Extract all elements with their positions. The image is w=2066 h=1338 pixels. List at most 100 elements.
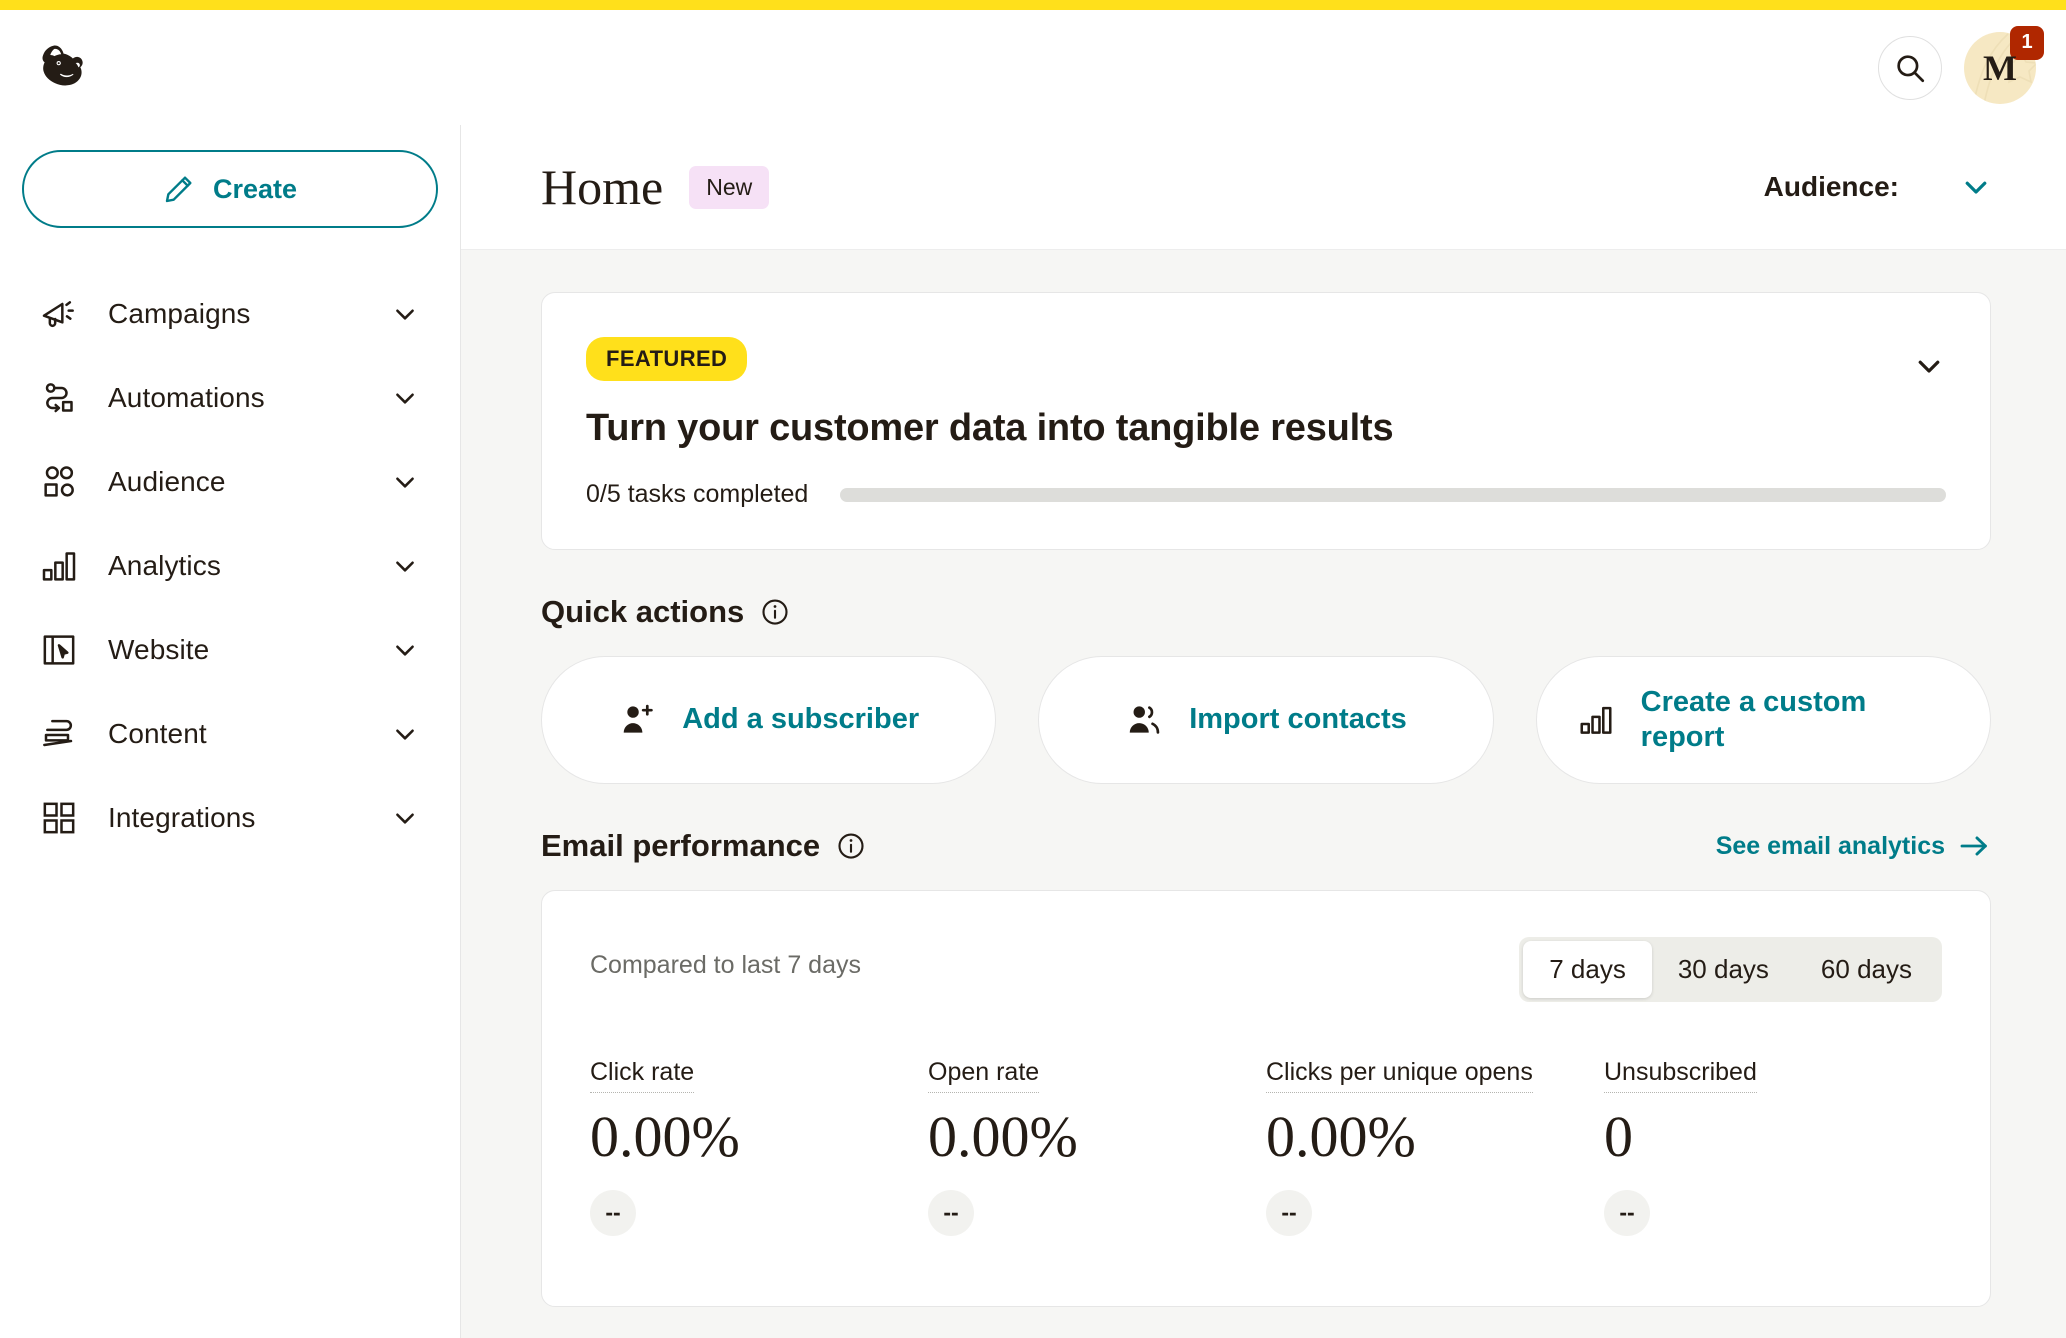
quick-action-create-custom-report[interactable]: Create a custom report (1535, 656, 1991, 784)
metric-delta-badge: -- (1266, 1189, 1312, 1236)
quick-action-add-subscriber[interactable]: Add a subscriber (541, 656, 997, 784)
search-button[interactable] (1878, 35, 1942, 100)
grid-squares-icon (38, 797, 80, 839)
metric-value: 0 (1604, 1104, 1633, 1169)
page-title-row: Home New (541, 158, 770, 216)
sidebar-item-analytics[interactable]: Analytics (0, 524, 460, 608)
quick-action-import-contacts[interactable]: Import contacts (1038, 656, 1494, 784)
metrics-row: Click rate 0.00% -- Open rate 0.00% -- C… (590, 1058, 1942, 1236)
sidebar-item-content[interactable]: Content (0, 692, 460, 776)
website-cursor-icon (38, 629, 80, 671)
sidebar: Create Campaigns Automations Audience An… (0, 125, 461, 1338)
content-area: FEATURED Turn your customer data into ta… (461, 250, 2066, 1307)
range-option-60-days[interactable]: 60 days (1795, 941, 1938, 998)
range-option-7-days[interactable]: 7 days (1523, 941, 1652, 998)
metric-delta-badge: -- (590, 1189, 636, 1236)
people-group-icon (38, 461, 80, 503)
featured-card: FEATURED Turn your customer data into ta… (541, 292, 1991, 550)
metric-unsubscribed: Unsubscribed 0 -- (1604, 1058, 1942, 1236)
date-range-toggle: 7 days 30 days 60 days (1519, 937, 1942, 1002)
chevron-down-icon (396, 309, 414, 320)
chevron-down-icon (396, 393, 414, 404)
metric-open-rate: Open rate 0.00% -- (928, 1058, 1266, 1236)
email-performance-toolbar: Compared to last 7 days 7 days 30 days 6… (590, 937, 1942, 1002)
chevron-down-icon (396, 645, 414, 656)
metric-label[interactable]: Clicks per unique opens (1266, 1058, 1533, 1093)
quick-action-label: Add a subscriber (682, 703, 920, 736)
audience-selector-label: Audience: (1763, 171, 1899, 202)
main-content: Home New Audience: FEATURED Turn your cu… (461, 125, 2066, 1338)
email-performance-card: Compared to last 7 days 7 days 30 days 6… (541, 890, 1991, 1307)
quick-actions-row: Add a subscriber Import contacts Create … (541, 656, 1991, 784)
sidebar-item-label: Analytics (108, 550, 221, 581)
megaphone-icon (38, 293, 80, 335)
featured-title: Turn your customer data into tangible re… (586, 407, 1394, 449)
sidebar-item-automations[interactable]: Automations (0, 356, 460, 440)
two-people-icon (1129, 706, 1160, 734)
email-performance-header: Email performance See email analytics (541, 828, 1991, 864)
progress-bar (840, 487, 1946, 502)
chevron-down-icon (396, 561, 414, 572)
tasks-completed-text: 0/5 tasks completed (586, 480, 809, 508)
metric-label[interactable]: Open rate (928, 1058, 1040, 1093)
global-header: M 1 (0, 10, 2066, 125)
metric-value: 0.00% (1266, 1104, 1416, 1169)
quick-actions-title: Quick actions (541, 594, 745, 629)
page-header: Home New Audience: (461, 125, 2066, 250)
create-button[interactable]: Create (22, 150, 438, 228)
compared-text: Compared to last 7 days (590, 951, 861, 979)
metric-delta-badge: -- (928, 1189, 974, 1236)
account-menu[interactable]: M 1 (1964, 25, 2044, 104)
new-badge: New (689, 165, 770, 209)
bar-chart-icon (38, 545, 80, 587)
top-accent-bar (0, 0, 2066, 10)
bar-chart-icon (1580, 706, 1612, 734)
metric-value: 0.00% (928, 1104, 1078, 1169)
info-icon[interactable] (760, 597, 790, 627)
pencil-icon (165, 176, 192, 203)
see-email-analytics-link[interactable]: See email analytics (1716, 832, 1991, 861)
mailchimp-freddie-logo[interactable] (34, 37, 96, 99)
avatar-initial: M (1983, 47, 2017, 88)
range-option-30-days[interactable]: 30 days (1652, 941, 1795, 998)
featured-badge: FEATURED (586, 337, 748, 381)
metric-delta-badge: -- (1604, 1189, 1650, 1236)
email-performance-title: Email performance (541, 828, 821, 863)
sidebar-item-label: Automations (108, 382, 265, 413)
metric-label[interactable]: Click rate (590, 1058, 695, 1093)
sidebar-item-integrations[interactable]: Integrations (0, 776, 460, 860)
mailchimp-dashboard: M 1 Create Campaigns Automations Audienc… (0, 0, 2066, 1338)
sidebar-item-website[interactable]: Website (0, 608, 460, 692)
chevron-down-icon (396, 477, 414, 488)
metric-value: 0.00% (590, 1104, 740, 1169)
email-performance-title-group: Email performance (541, 828, 866, 864)
info-icon[interactable] (836, 831, 866, 861)
content-stack-icon (38, 713, 80, 755)
quick-action-label: Import contacts (1189, 703, 1407, 736)
sidebar-item-label: Integrations (108, 802, 256, 833)
page-title: Home (541, 159, 664, 215)
create-button-label: Create (212, 173, 298, 204)
audience-selector[interactable]: Audience: (1764, 171, 1991, 203)
automation-flow-icon (38, 377, 80, 419)
person-plus-icon (623, 704, 653, 733)
chevron-down-icon (396, 729, 414, 740)
chevron-down-icon[interactable] (1914, 351, 1944, 381)
featured-progress-row: 0/5 tasks completed (586, 480, 1946, 509)
sidebar-item-label: Website (108, 634, 210, 665)
quick-actions-header: Quick actions (541, 594, 1991, 630)
chevron-down-icon (396, 813, 414, 824)
quick-action-label: Create a custom report (1640, 685, 1867, 753)
see-email-analytics-label: See email analytics (1715, 831, 1945, 860)
sidebar-item-label: Content (108, 718, 207, 749)
header-actions: M 1 (1878, 25, 2044, 104)
search-icon (1897, 54, 1925, 82)
metric-click-rate: Click rate 0.00% -- (590, 1058, 928, 1236)
chevron-down-icon (1965, 181, 1987, 194)
quick-actions-title-group: Quick actions (541, 594, 790, 630)
arrow-right-icon (1960, 836, 1987, 856)
sidebar-item-audience[interactable]: Audience (0, 440, 460, 524)
metric-label[interactable]: Unsubscribed (1604, 1058, 1757, 1093)
metric-clicks-per-unique-opens: Clicks per unique opens 0.00% -- (1266, 1058, 1604, 1236)
sidebar-item-campaigns[interactable]: Campaigns (0, 272, 460, 356)
